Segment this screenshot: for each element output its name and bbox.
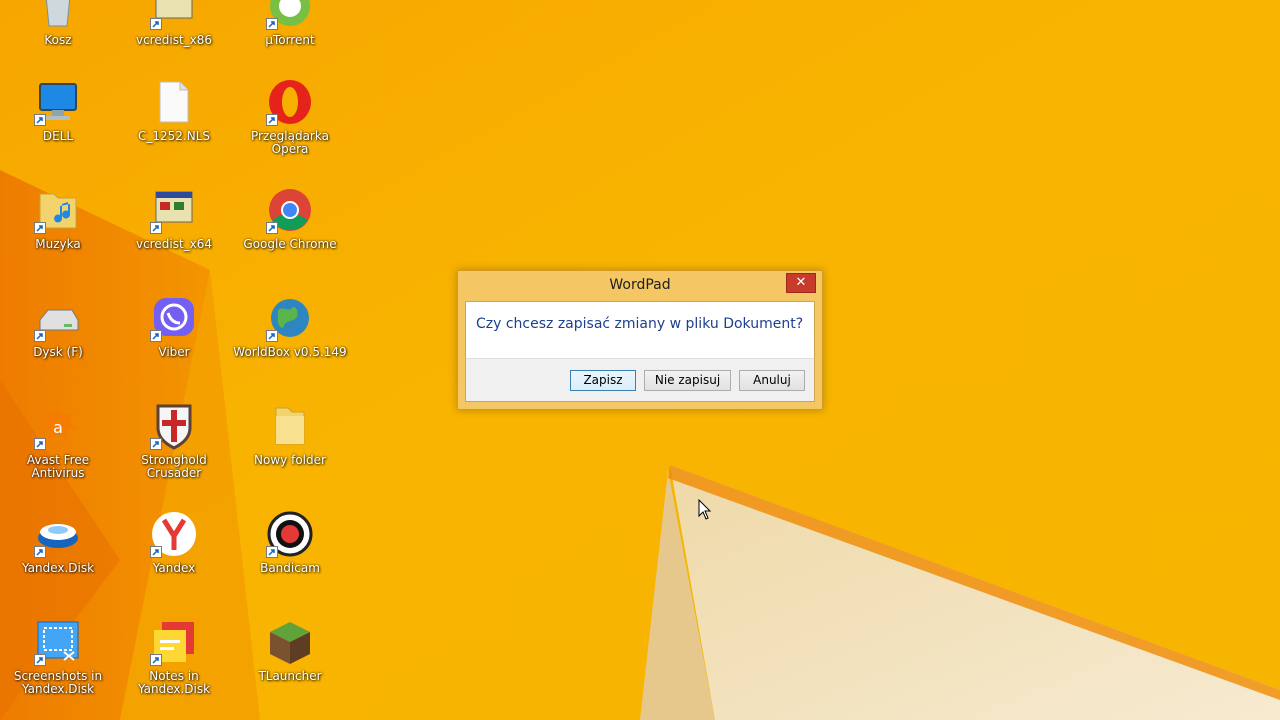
dialog-button-bar: Zapisz Nie zapisuj Anuluj xyxy=(466,358,814,401)
viber-icon xyxy=(150,294,198,342)
shortcut-arrow-icon xyxy=(150,546,162,558)
folder-icon xyxy=(266,402,314,450)
desktop-icon-dell[interactable]: DELL xyxy=(0,78,116,143)
desktop-icon-label: µTorrent xyxy=(265,33,315,47)
desktop-icon-label: Yandex.Disk xyxy=(21,561,95,575)
globe-icon xyxy=(266,294,314,342)
desktop-icon-label: Stronghold Crusader xyxy=(141,453,207,480)
file-icon xyxy=(150,78,198,126)
desktop-icon-screenshots-yandex-disk[interactable]: Screenshots in Yandex.Disk xyxy=(0,618,116,696)
desktop-icon-vcredist-x64[interactable]: vcredist_x64 xyxy=(116,186,232,251)
desktop-icon-c-1252-nls[interactable]: C_1252.NLS xyxy=(116,78,232,143)
minecraft-icon xyxy=(266,618,314,666)
desktop-icon-yandex[interactable]: Yandex xyxy=(116,510,232,575)
desktop-icon-label: Viber xyxy=(158,345,190,359)
installer-icon xyxy=(150,0,198,30)
yandex-icon xyxy=(150,510,198,558)
desktop-icon-utorrent[interactable]: µTorrent xyxy=(232,0,348,47)
desktop-icon-label: Nowy folder xyxy=(254,453,326,467)
shortcut-arrow-icon xyxy=(266,330,278,342)
desktop-icon-bandicam[interactable]: Bandicam xyxy=(232,510,348,575)
desktop-icon-stronghold-crusader[interactable]: Stronghold Crusader xyxy=(116,402,232,480)
desktop-icon-label: Avast Free Antivirus xyxy=(26,453,90,480)
desktop-icon-label: vcredist_x64 xyxy=(135,237,213,251)
shortcut-arrow-icon xyxy=(266,222,278,234)
desktop-icon-label: Muzyka xyxy=(35,237,81,251)
desktop-icon-label: Dysk (F) xyxy=(33,345,83,359)
shield-icon xyxy=(150,402,198,450)
save-button[interactable]: Zapisz xyxy=(570,370,636,391)
desktop-icon-muzyka[interactable]: Muzyka xyxy=(0,186,116,251)
desktop-icon-tlauncher[interactable]: TLauncher xyxy=(232,618,348,683)
bandicam-icon xyxy=(266,510,314,558)
dialog-message: Czy chcesz zapisać zmiany w pliku Dokume… xyxy=(476,316,804,332)
dialog-body: Czy chcesz zapisać zmiany w pliku Dokume… xyxy=(465,301,815,402)
shortcut-arrow-icon xyxy=(266,18,278,30)
desktop-icon-vcredist-x86[interactable]: vcredist_x86 xyxy=(116,0,232,47)
shortcut-arrow-icon xyxy=(150,438,162,450)
chrome-icon xyxy=(266,186,314,234)
screenshot-icon xyxy=(34,618,82,666)
shortcut-arrow-icon xyxy=(34,654,46,666)
wordpad-save-dialog: WordPad ✕ Czy chcesz zapisać zmiany w pl… xyxy=(457,270,823,410)
cancel-button[interactable]: Anuluj xyxy=(739,370,805,391)
recycle-bin-icon xyxy=(34,0,82,30)
shortcut-arrow-icon xyxy=(266,114,278,126)
avast-icon: a xyxy=(34,402,82,450)
shortcut-arrow-icon xyxy=(266,546,278,558)
desktop-icon-label: Yandex xyxy=(152,561,196,575)
desktop-icon-label: Kosz xyxy=(44,33,72,47)
desktop-icon-yandex-disk[interactable]: Yandex.Disk xyxy=(0,510,116,575)
desktop-icon-label: TLauncher xyxy=(258,669,322,683)
desktop-icon-label: Notes in Yandex.Disk xyxy=(137,669,211,696)
desktop-icon-label: Screenshots in Yandex.Disk xyxy=(13,669,103,696)
desktop-icon-label: Bandicam xyxy=(260,561,320,575)
shortcut-arrow-icon xyxy=(34,546,46,558)
desktop-icon-label: WorldBox v0.5.149 xyxy=(233,345,347,359)
utorrent-icon xyxy=(266,0,314,30)
desktop-icon-label: C_1252.NLS xyxy=(137,129,210,143)
desktop-icon-label: vcredist_x86 xyxy=(135,33,213,47)
opera-icon xyxy=(266,78,314,126)
shortcut-arrow-icon xyxy=(34,438,46,450)
desktop-icon-notes-yandex-disk[interactable]: Notes in Yandex.Disk xyxy=(116,618,232,696)
desktop-icon-viber[interactable]: Viber xyxy=(116,294,232,359)
desktop-icon-kosz[interactable]: Kosz xyxy=(0,0,116,47)
shortcut-arrow-icon xyxy=(150,18,162,30)
desktop-icon-label: DELL xyxy=(42,129,74,143)
mouse-pointer-icon xyxy=(698,499,712,520)
notes-icon xyxy=(150,618,198,666)
shortcut-arrow-icon xyxy=(150,654,162,666)
desktop-icon-label: Google Chrome xyxy=(243,237,337,251)
shortcut-arrow-icon xyxy=(150,330,162,342)
desktop-icon-nowy-folder[interactable]: Nowy folder xyxy=(232,402,348,467)
shortcut-arrow-icon xyxy=(34,222,46,234)
svg-text:a: a xyxy=(53,418,63,437)
shortcut-arrow-icon xyxy=(150,222,162,234)
dont-save-button[interactable]: Nie zapisuj xyxy=(644,370,731,391)
drive-icon xyxy=(34,294,82,342)
close-button[interactable]: ✕ xyxy=(786,273,816,293)
desktop-icon-dysk-f[interactable]: Dysk (F) xyxy=(0,294,116,359)
desktop-icon-opera[interactable]: Przeglądarka Opera xyxy=(232,78,348,156)
shortcut-arrow-icon xyxy=(34,330,46,342)
computer-icon xyxy=(34,78,82,126)
desktop-icon-label: Przeglądarka Opera xyxy=(251,129,329,156)
installer-icon xyxy=(150,186,198,234)
dialog-title: WordPad xyxy=(609,277,671,293)
yandex-disk-icon xyxy=(34,510,82,558)
music-folder-icon xyxy=(34,186,82,234)
shortcut-arrow-icon xyxy=(34,114,46,126)
desktop-icon-avast[interactable]: a Avast Free Antivirus xyxy=(0,402,116,480)
desktop-icon-worldbox[interactable]: WorldBox v0.5.149 xyxy=(232,294,348,359)
dialog-titlebar[interactable]: WordPad ✕ xyxy=(458,271,822,301)
desktop-icon-google-chrome[interactable]: Google Chrome xyxy=(232,186,348,251)
